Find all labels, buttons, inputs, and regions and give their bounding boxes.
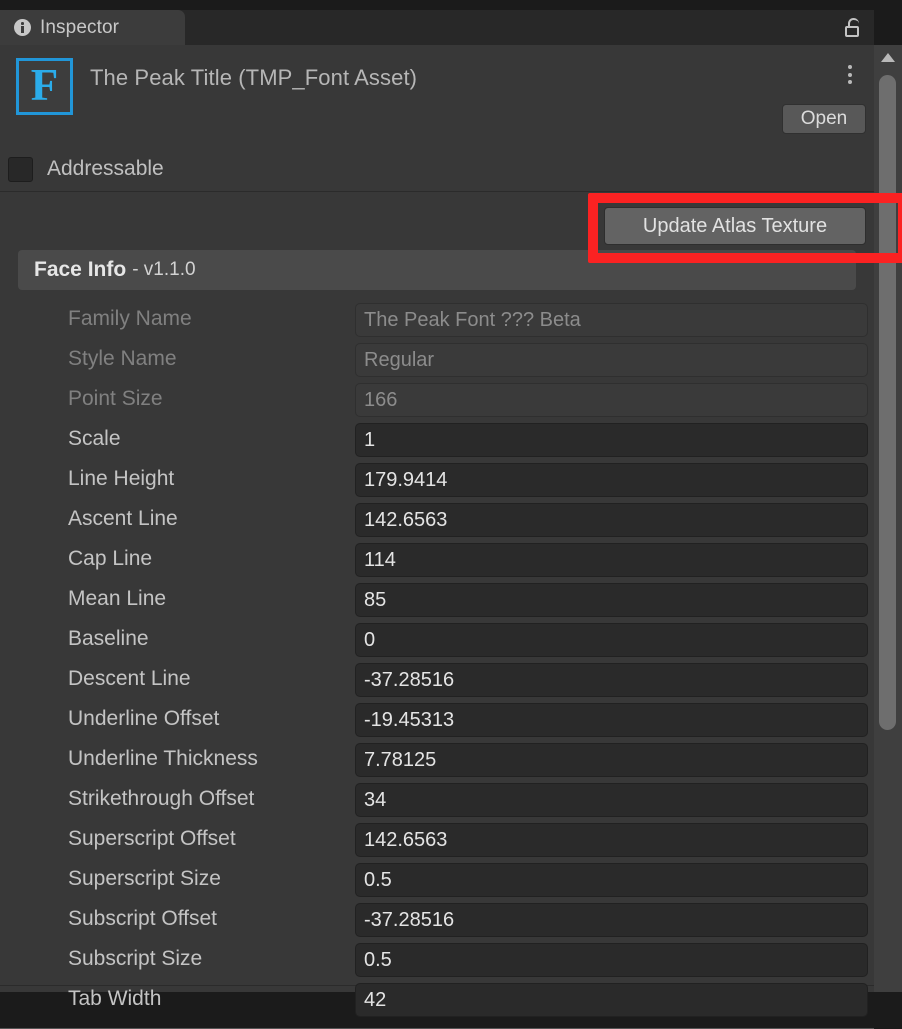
property-row: Family Name The Peak Font ??? Beta: [0, 299, 874, 339]
property-label: Underline Offset: [68, 707, 219, 731]
property-label: Subscript Size: [68, 947, 202, 971]
info-icon: [14, 19, 31, 36]
scrollbar-thumb[interactable]: [879, 75, 896, 730]
property-label: Cap Line: [68, 547, 152, 571]
property-row: Underline Offset -19.45313: [0, 699, 874, 739]
property-row: Superscript Offset 142.6563: [0, 819, 874, 859]
property-value-field[interactable]: -37.28516: [355, 903, 868, 937]
scrollbar-corner: [874, 0, 902, 45]
inspector-body: F The Peak Title (TMP_Font Asset) Open A…: [0, 45, 874, 992]
property-label: Subscript Offset: [68, 907, 217, 931]
property-label: Tab Width: [68, 987, 161, 1011]
property-label: Scale: [68, 427, 121, 451]
property-row: Strikethrough Offset 34: [0, 779, 874, 819]
property-value-field[interactable]: -19.45313: [355, 703, 868, 737]
face-info-title: Face Info: [34, 258, 126, 282]
property-label: Descent Line: [68, 667, 191, 691]
property-row: Superscript Size 0.5: [0, 859, 874, 899]
property-row: Subscript Size 0.5: [0, 939, 874, 979]
property-row: Tab Width 42: [0, 979, 874, 1019]
property-value-field[interactable]: 0: [355, 623, 868, 657]
tab-inspector[interactable]: Inspector: [0, 10, 185, 45]
property-value-field[interactable]: 179.9414: [355, 463, 868, 497]
addressable-checkbox[interactable]: [8, 157, 33, 182]
property-row: Mean Line 85: [0, 579, 874, 619]
property-label: Underline Thickness: [68, 747, 258, 771]
property-row: Scale 1: [0, 419, 874, 459]
vertical-scrollbar[interactable]: [874, 45, 902, 992]
property-label: Superscript Offset: [68, 827, 236, 851]
asset-header: F The Peak Title (TMP_Font Asset) Open: [0, 45, 874, 147]
font-asset-icon: F: [16, 58, 73, 115]
property-value-field[interactable]: 0.5: [355, 943, 868, 977]
property-value-field: 166: [355, 383, 868, 417]
asset-title: The Peak Title (TMP_Font Asset): [90, 65, 417, 91]
face-info-header[interactable]: Face Info - v1.1.0: [18, 250, 856, 290]
property-value-field[interactable]: 42: [355, 983, 868, 1017]
property-row: Cap Line 114: [0, 539, 874, 579]
divider-top: [0, 191, 874, 192]
property-value-field[interactable]: 7.78125: [355, 743, 868, 777]
property-value-field[interactable]: 142.6563: [355, 823, 868, 857]
face-info-properties: Family NameThe Peak Font ??? BetaStyle N…: [0, 299, 874, 1019]
asset-kebab-menu-icon[interactable]: [844, 63, 856, 86]
property-label: Superscript Size: [68, 867, 221, 891]
property-value-field[interactable]: 34: [355, 783, 868, 817]
inspector-window: Inspector F The Peak Title (TMP_Font Ass…: [0, 0, 902, 992]
property-label: Baseline: [68, 627, 149, 651]
property-value-field[interactable]: 85: [355, 583, 868, 617]
property-label: Mean Line: [68, 587, 166, 611]
property-label: Ascent Line: [68, 507, 178, 531]
open-button[interactable]: Open: [782, 104, 866, 134]
font-asset-icon-letter: F: [31, 63, 59, 108]
property-value-field[interactable]: 114: [355, 543, 868, 577]
property-row: Descent Line -37.28516: [0, 659, 874, 699]
property-label: Style Name: [68, 347, 177, 371]
addressable-label: Addressable: [47, 157, 164, 181]
tab-strip: Inspector: [0, 0, 902, 45]
property-row: Baseline 0: [0, 619, 874, 659]
unlocked-padlock-icon[interactable]: [845, 18, 860, 37]
property-value-field[interactable]: -37.28516: [355, 663, 868, 697]
property-row: Ascent Line 142.6563: [0, 499, 874, 539]
property-row: Underline Thickness 7.78125: [0, 739, 874, 779]
triangle-up-icon[interactable]: [881, 53, 895, 62]
property-value-field[interactable]: 142.6563: [355, 503, 868, 537]
property-value-field[interactable]: 1: [355, 423, 868, 457]
property-row: Style Name Regular: [0, 339, 874, 379]
property-value-field: Regular: [355, 343, 868, 377]
property-label: Strikethrough Offset: [68, 787, 254, 811]
tab-inspector-label: Inspector: [40, 17, 119, 39]
addressable-row: Addressable: [0, 147, 874, 191]
property-row: Point Size 166: [0, 379, 874, 419]
property-row: Subscript Offset -37.28516: [0, 899, 874, 939]
property-value-field: The Peak Font ??? Beta: [355, 303, 868, 337]
update-atlas-texture-button[interactable]: Update Atlas Texture: [604, 207, 866, 245]
property-label: Line Height: [68, 467, 174, 491]
property-label: Family Name: [68, 307, 192, 331]
face-info-version: - v1.1.0: [132, 259, 195, 281]
property-value-field[interactable]: 0.5: [355, 863, 868, 897]
property-row: Line Height 179.9414: [0, 459, 874, 499]
property-label: Point Size: [68, 387, 163, 411]
